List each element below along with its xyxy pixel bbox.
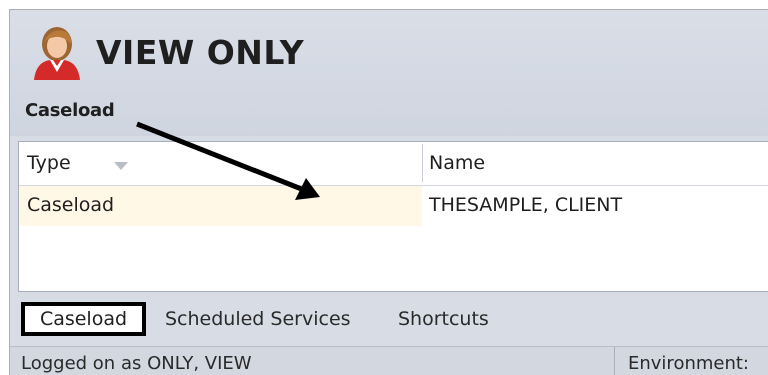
user-avatar-icon [34, 27, 80, 80]
page-title: VIEW ONLY [96, 33, 305, 72]
app-window: VIEW ONLY Caseload Type Name Caseload TH… [9, 9, 768, 375]
caseload-grid: Type Name Caseload THESAMPLE, CLIENT [18, 141, 768, 292]
cell-type-text: Caseload [27, 194, 115, 216]
page-header: VIEW ONLY Caseload [10, 10, 768, 136]
status-divider [614, 347, 615, 375]
status-bar: Logged on as ONLY, VIEW Environment: [10, 346, 768, 375]
status-logged-on: Logged on as ONLY, VIEW [21, 353, 252, 374]
tab-caseload[interactable]: Caseload [21, 302, 146, 336]
sort-descending-icon[interactable] [114, 162, 128, 170]
table-row[interactable]: Caseload THESAMPLE, CLIENT [19, 186, 768, 226]
grid-header: Type Name [19, 142, 768, 186]
cell-type[interactable]: Caseload [19, 186, 422, 226]
cell-name-text: THESAMPLE, CLIENT [429, 194, 623, 216]
column-header-name[interactable]: Name [429, 152, 485, 174]
section-subtitle: Caseload [25, 100, 115, 121]
tab-shortcuts[interactable]: Shortcuts [398, 302, 489, 336]
status-environment: Environment: [628, 353, 749, 374]
tab-bar: Caseload Scheduled Services Shortcuts [10, 294, 768, 344]
tab-scheduled-services[interactable]: Scheduled Services [165, 302, 351, 336]
column-divider[interactable] [422, 144, 423, 182]
column-header-type[interactable]: Type [27, 152, 71, 174]
